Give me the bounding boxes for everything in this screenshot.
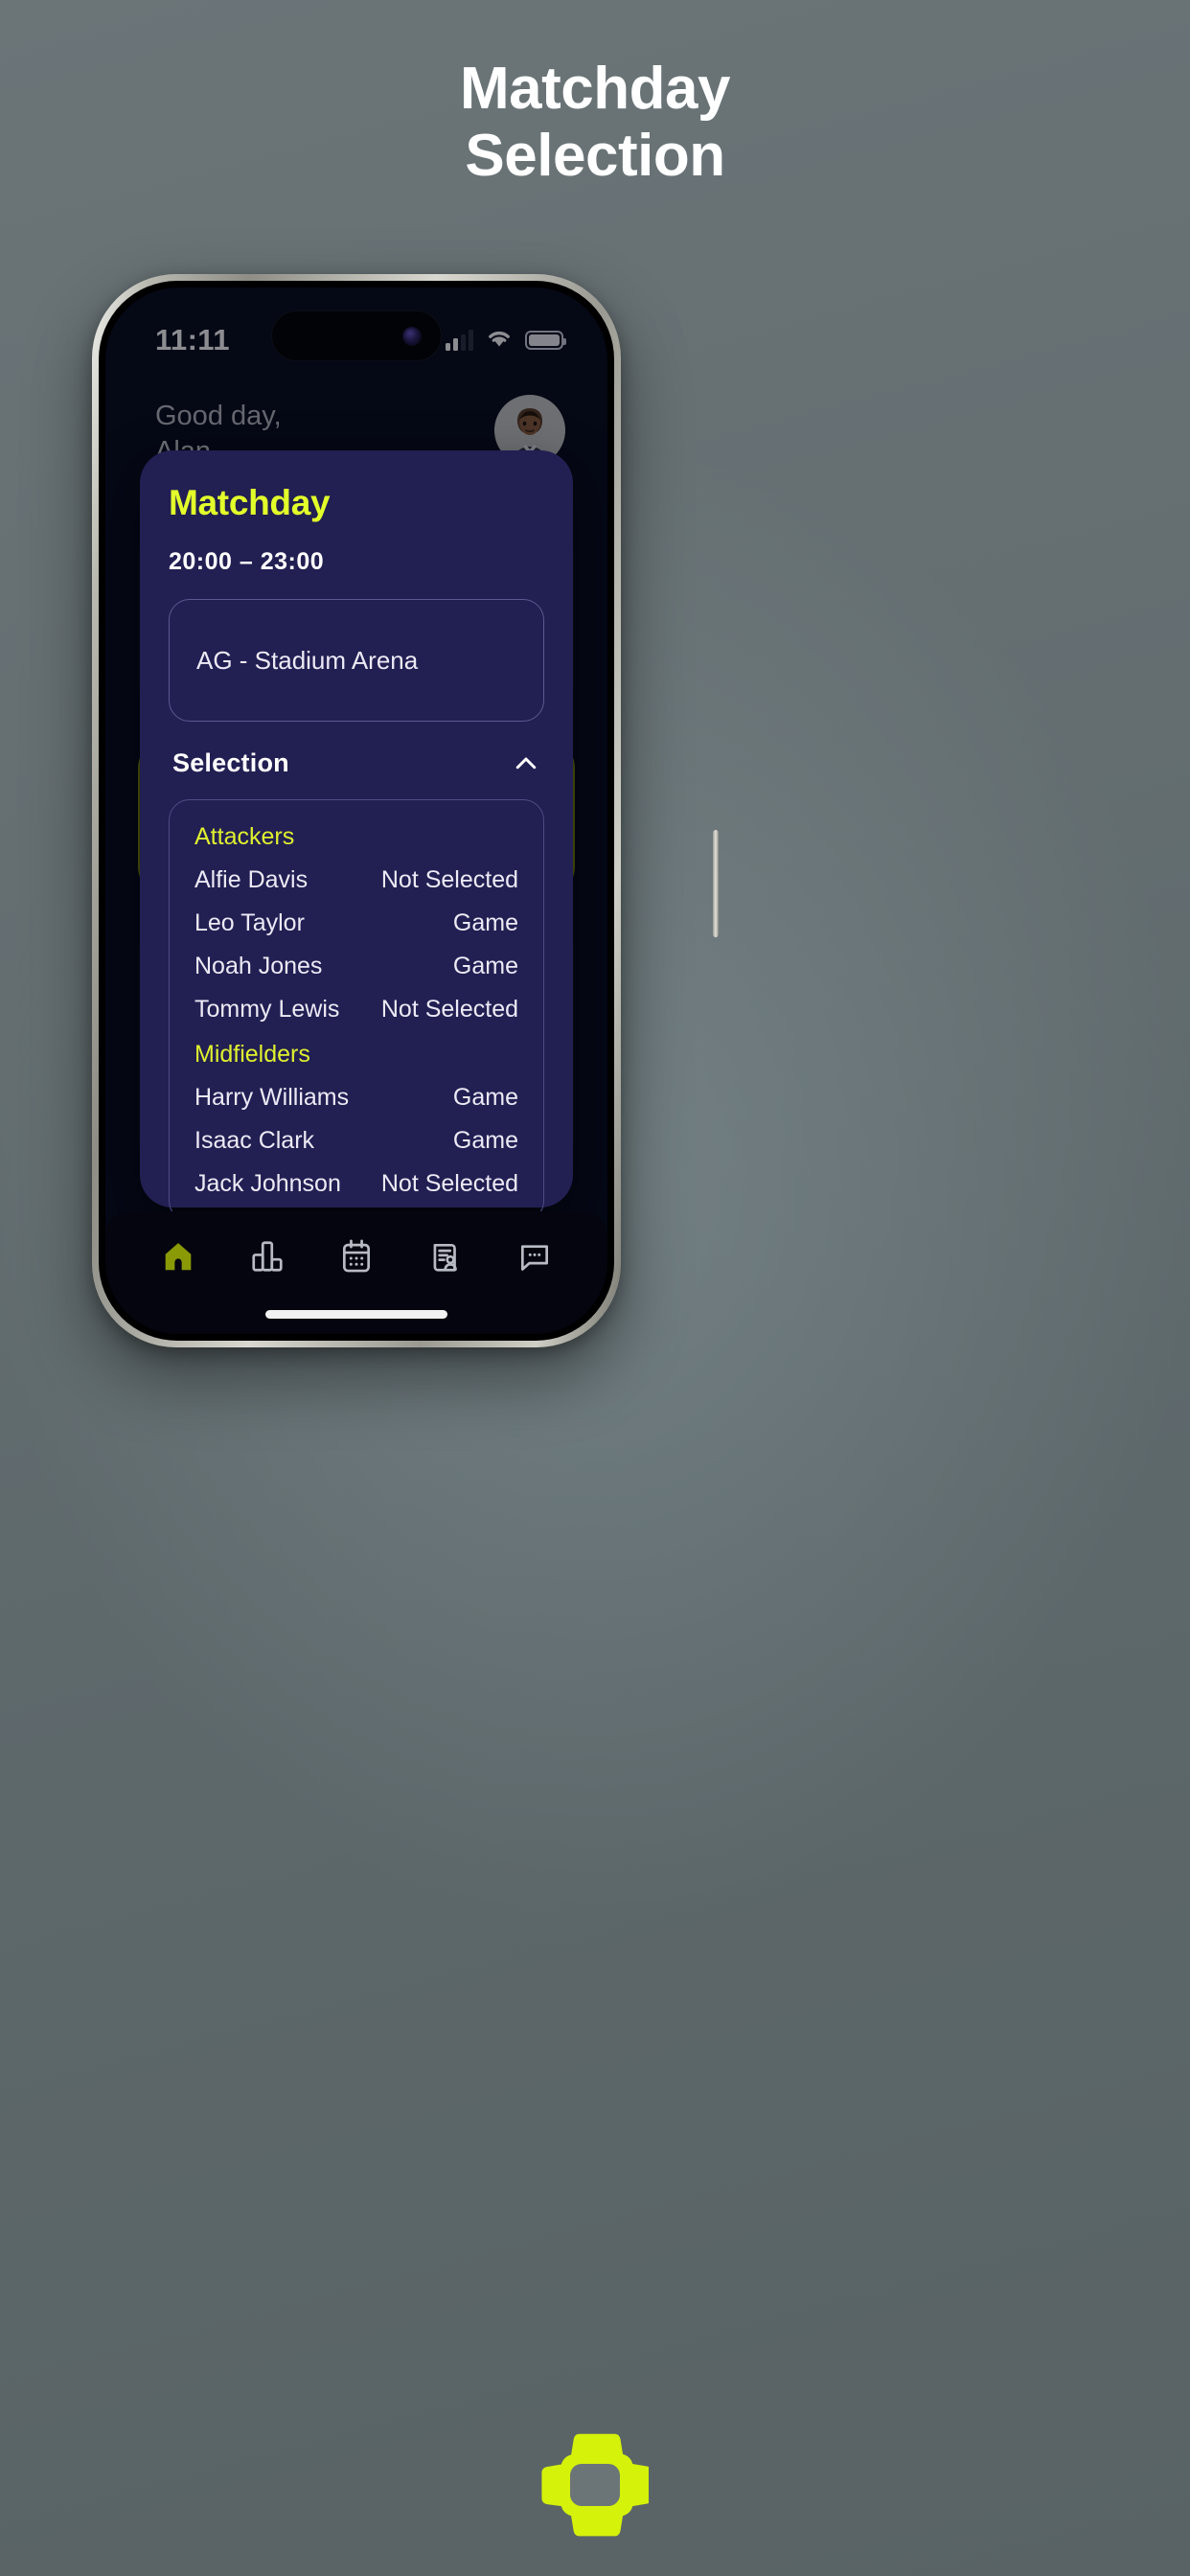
selection-list[interactable]: Attackers Alfie Davis Not Selected Leo T…: [169, 799, 544, 1222]
table-row[interactable]: Noah Jones Game: [195, 945, 518, 988]
player-status: Game: [452, 1084, 518, 1111]
matchday-modal: Matchday 20:00 – 23:00 AG - Stadium Aren…: [140, 450, 573, 1308]
tab-reports[interactable]: [414, 1231, 477, 1285]
selection-header[interactable]: Selection: [169, 748, 544, 778]
table-row[interactable]: Harry Williams Game: [195, 1076, 518, 1119]
player-name: Tommy Lewis: [195, 996, 340, 1023]
modal-title: Matchday: [169, 483, 331, 522]
player-status: Not Selected: [380, 1170, 518, 1197]
home-indicator[interactable]: [265, 1310, 447, 1319]
player-name: Isaac Clark: [195, 1127, 315, 1154]
table-row[interactable]: Isaac Clark Game: [195, 1119, 518, 1162]
player-name: Leo Taylor: [195, 909, 305, 936]
report-person-icon: [427, 1238, 464, 1279]
headline-line-1: Matchday: [460, 56, 730, 122]
tab-stats[interactable]: [236, 1231, 299, 1285]
venue-field[interactable]: AG - Stadium Arena: [169, 599, 544, 722]
chat-message-icon: [516, 1238, 553, 1279]
player-name: Noah Jones: [195, 953, 323, 979]
phone-bezel: 11:11 Good day, Matchday 20:00 – 23:00 A…: [99, 281, 614, 1341]
phone-frame: 11:11 Good day, Matchday 20:00 – 23:00 A…: [92, 274, 719, 1347]
player-status: Not Selected: [380, 866, 518, 893]
player-status: Not Selected: [380, 996, 518, 1023]
modal-time-range: 20:00 – 23:00: [169, 548, 325, 575]
player-name: Alfie Davis: [195, 866, 309, 893]
page-title: Matchday Selection: [0, 56, 1190, 190]
player-name: Harry Williams: [195, 1084, 350, 1111]
stats-bar-chart-icon: [249, 1238, 286, 1279]
player-name: Jack Johnson: [195, 1170, 341, 1197]
player-status: Game: [452, 953, 518, 979]
brand-cross-logo: [541, 2428, 652, 2547]
group-heading: Midfielders: [195, 1041, 310, 1068]
headline-line-2: Selection: [465, 123, 725, 190]
table-row[interactable]: Leo Taylor Game: [195, 902, 518, 945]
home-icon: [160, 1238, 196, 1279]
table-row[interactable]: Jack Johnson Not Selected: [195, 1162, 518, 1206]
selection-label: Selection: [172, 748, 289, 777]
group-heading: Attackers: [195, 823, 295, 850]
venue-text: AG - Stadium Arena: [196, 645, 419, 675]
tab-calendar[interactable]: [325, 1231, 388, 1285]
power-button[interactable]: [713, 830, 719, 937]
player-status: Game: [452, 909, 518, 936]
table-row[interactable]: Alfie Davis Not Selected: [195, 859, 518, 902]
calendar-icon: [338, 1238, 375, 1279]
phone-screen: 11:11 Good day, Matchday 20:00 – 23:00 A…: [105, 288, 607, 1334]
tab-home[interactable]: [147, 1231, 210, 1285]
player-status: Game: [452, 1127, 518, 1154]
tab-chat[interactable]: [503, 1231, 566, 1285]
chevron-up-icon[interactable]: [512, 749, 540, 778]
table-row[interactable]: Tommy Lewis Not Selected: [195, 988, 518, 1031]
